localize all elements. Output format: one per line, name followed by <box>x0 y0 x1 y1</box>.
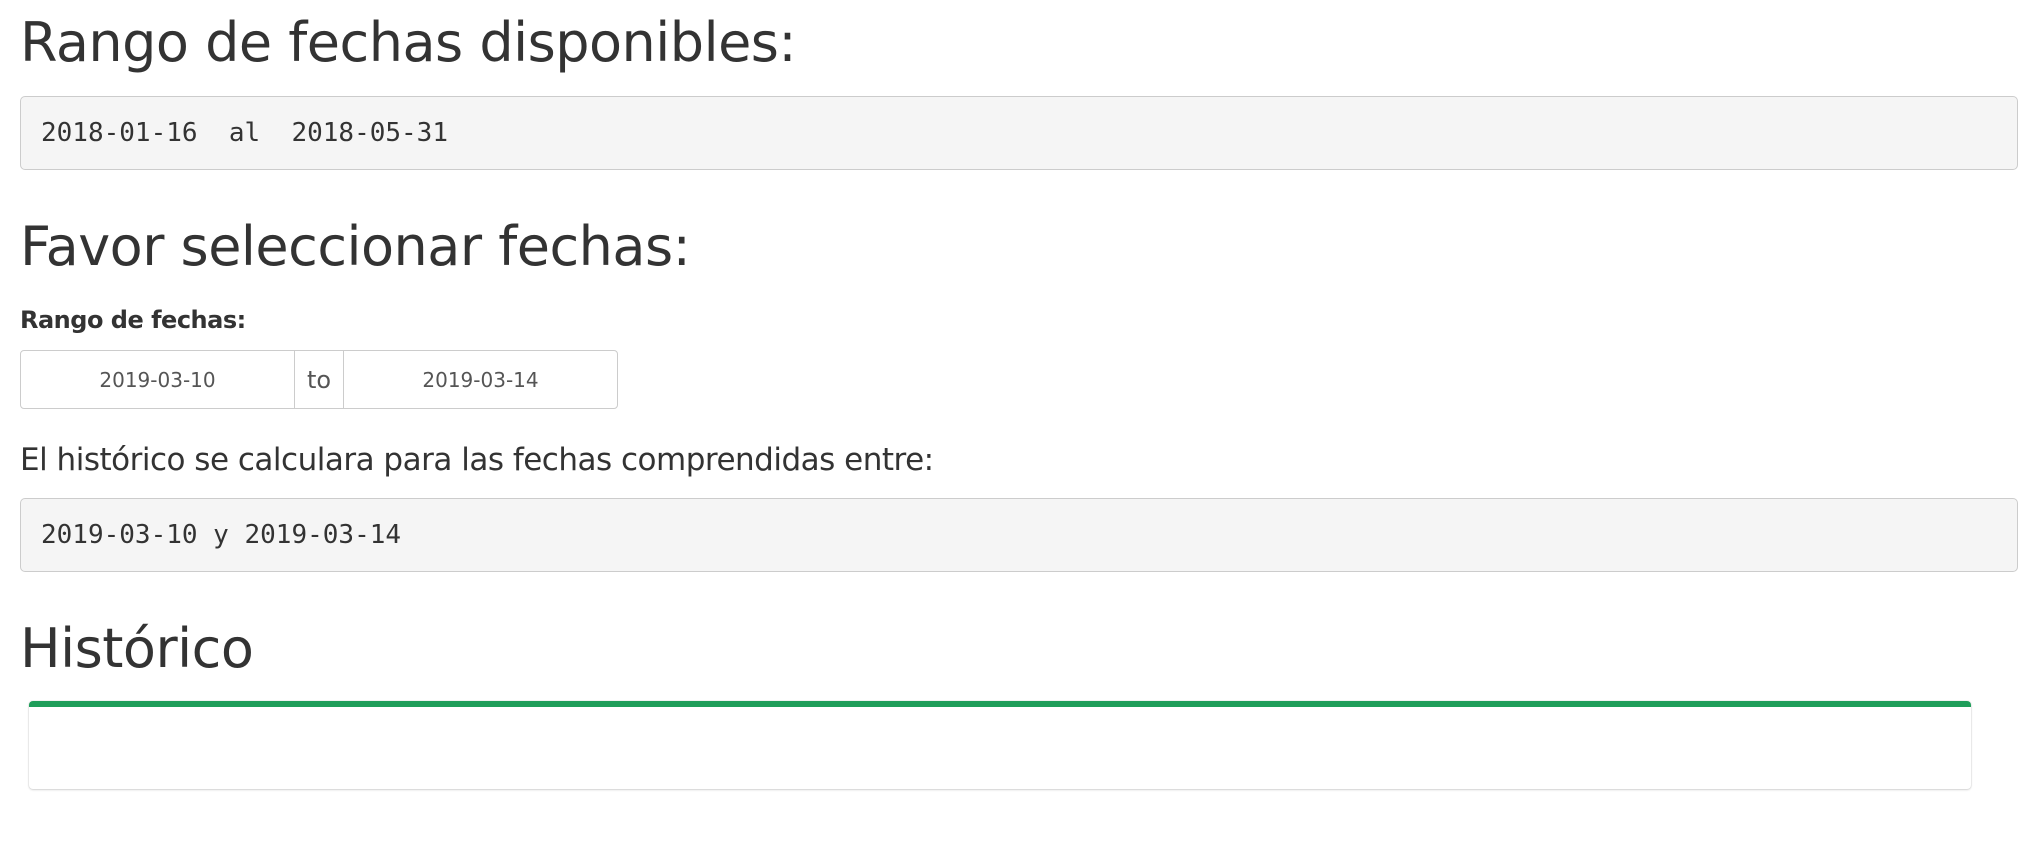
historic-heading: Histórico <box>20 617 254 680</box>
select-dates-heading: Favor seleccionar fechas: <box>20 215 691 278</box>
historic-box <box>29 701 1971 789</box>
date-range-label: Rango de fechas: <box>20 306 246 334</box>
available-range-heading: Rango de fechas disponibles: <box>20 11 797 74</box>
date-range-separator: to <box>295 350 343 409</box>
available-range-output: 2018-01-16 al 2018-05-31 <box>20 96 2018 170</box>
historic-range-description: El histórico se calculara para las fecha… <box>20 442 934 478</box>
start-date-input[interactable] <box>20 350 295 409</box>
selected-range-output: 2019-03-10 y 2019-03-14 <box>20 498 2018 572</box>
end-date-input[interactable] <box>343 350 618 409</box>
date-range-input: to <box>20 350 618 409</box>
